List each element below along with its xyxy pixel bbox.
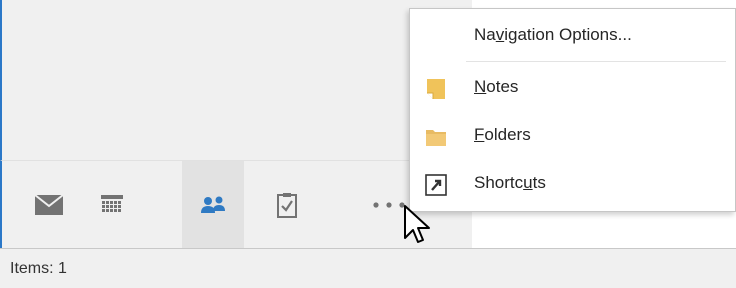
navigation-bar: [0, 160, 472, 249]
note-icon: [427, 79, 445, 99]
menu-separator: [466, 61, 726, 62]
folder-icon: [426, 130, 446, 146]
menu-item-label: Navigation Options...: [474, 25, 632, 44]
shortcut-arrow-icon: [425, 174, 447, 196]
people-button[interactable]: [182, 161, 244, 249]
tasks-button[interactable]: [256, 161, 318, 249]
menu-item-label: Notes: [474, 77, 519, 96]
envelope-icon: [34, 194, 64, 215]
menu-item-label: Folders: [474, 125, 531, 144]
clipboard-check-icon: [277, 193, 297, 218]
ellipsis-icon: [373, 202, 405, 208]
mail-button[interactable]: [18, 161, 80, 249]
calendar-grid-icon: [101, 195, 123, 212]
menu-item-shortcuts[interactable]: Shortcuts: [410, 161, 735, 209]
menu-item-navigation-options[interactable]: Navigation Options...: [410, 13, 735, 61]
folder-pane: [0, 0, 472, 160]
more-options-menu: Navigation Options... Notes Folders Shor…: [409, 8, 736, 212]
status-bar: Items: 1: [0, 248, 736, 288]
mouse-pointer-icon: [404, 205, 430, 243]
menu-item-label: Shortcuts: [474, 173, 546, 192]
menu-item-folders[interactable]: Folders: [410, 113, 735, 161]
items-count: Items: 1: [10, 260, 67, 277]
people-icon: [201, 196, 225, 213]
outlook-window: Items: 1 Navigation Options... Notes Fol…: [0, 0, 736, 288]
menu-item-notes[interactable]: Notes: [410, 65, 735, 113]
calendar-button[interactable]: [81, 161, 143, 249]
